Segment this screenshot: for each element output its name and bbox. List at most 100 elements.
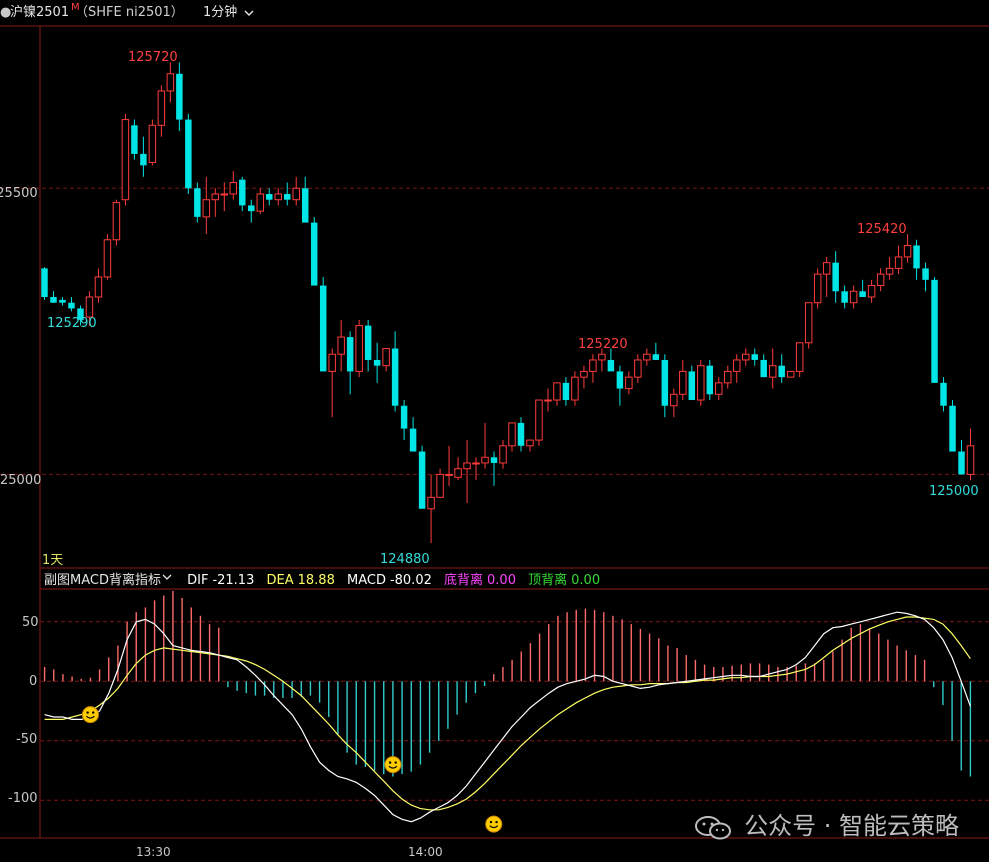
candle xyxy=(239,176,246,212)
candle xyxy=(121,113,130,206)
candle-body xyxy=(239,179,246,206)
period-selector[interactable]: 1分钟 xyxy=(203,0,237,26)
macd-indicator-title[interactable]: 副图MACD背离指标 xyxy=(44,573,161,588)
macd-tick-0: 0 xyxy=(29,674,38,689)
watermark: 公众号 · 智能云策略 xyxy=(692,806,959,841)
candle xyxy=(571,371,579,406)
chevron-down-icon[interactable] xyxy=(243,0,255,36)
candle-body xyxy=(724,370,732,384)
candle xyxy=(364,319,372,372)
candle xyxy=(346,331,354,395)
smiley-eye xyxy=(489,820,493,824)
time-label-1400: 14:00 xyxy=(408,845,443,859)
indicator-chevron-svg xyxy=(162,574,172,580)
candle xyxy=(706,359,714,401)
candle xyxy=(661,354,669,418)
candle-body xyxy=(958,451,965,475)
candle-body xyxy=(859,291,866,297)
range-label[interactable]: 1天 xyxy=(42,549,63,568)
candle-body xyxy=(894,256,903,269)
candle-body xyxy=(607,359,615,372)
smiley-eye xyxy=(388,761,392,764)
smiley-eye xyxy=(495,820,498,824)
candle xyxy=(310,216,318,286)
candle-body xyxy=(185,119,192,189)
candle-body xyxy=(283,193,291,200)
candle-body xyxy=(490,457,498,463)
candle xyxy=(112,199,121,246)
candle xyxy=(373,342,381,383)
candle xyxy=(176,62,183,132)
candle xyxy=(436,468,444,498)
candle xyxy=(562,377,570,406)
candle-body xyxy=(310,222,318,286)
annotation-peak-mid: 125220 xyxy=(578,337,628,352)
candle-body xyxy=(176,73,183,120)
macd-tick-50: 50 xyxy=(22,615,39,630)
candle-body xyxy=(337,336,345,355)
candle-body xyxy=(697,365,705,401)
candle-body xyxy=(59,299,66,303)
candle xyxy=(157,85,166,137)
chevron-down-icon[interactable] xyxy=(161,573,173,588)
candle-body xyxy=(400,405,408,429)
smiley-icon xyxy=(384,756,402,774)
candle-body xyxy=(580,370,588,378)
candle-body xyxy=(508,422,516,447)
annotation-last-low: 125000 xyxy=(929,484,979,499)
candle-body xyxy=(103,239,112,278)
candle xyxy=(804,302,813,349)
candle xyxy=(922,262,929,292)
chevron-down-icon-svg xyxy=(244,10,254,16)
candle-body xyxy=(885,267,894,275)
candle xyxy=(813,268,822,309)
candlestick-series xyxy=(41,62,975,544)
candle-body xyxy=(364,325,372,360)
candle xyxy=(292,176,300,206)
candle-body xyxy=(616,371,624,389)
symbol-name[interactable]: 沪镍2501 xyxy=(10,0,69,26)
candle-body xyxy=(481,456,489,464)
candle xyxy=(913,239,920,280)
candle-body xyxy=(813,273,822,304)
candle-body xyxy=(409,428,417,452)
candle-body xyxy=(652,354,660,360)
candle-body xyxy=(202,199,211,218)
candle xyxy=(625,371,633,395)
candle xyxy=(760,354,767,378)
candle xyxy=(508,422,516,452)
wechat-icon xyxy=(692,813,736,841)
candle xyxy=(876,268,885,292)
candle xyxy=(742,348,750,366)
candle xyxy=(391,331,399,412)
price-label-125000: 25000 xyxy=(0,473,42,488)
candle-body xyxy=(778,365,785,378)
candle xyxy=(301,176,309,223)
candle-body xyxy=(140,153,147,166)
candle xyxy=(940,377,947,412)
candle-body xyxy=(571,376,579,401)
candle-body xyxy=(50,297,57,303)
candle xyxy=(283,182,291,206)
smiley-icon xyxy=(485,815,503,833)
candle xyxy=(670,388,678,418)
candle-body xyxy=(266,193,273,200)
candle-body xyxy=(822,262,831,275)
candle-body xyxy=(553,382,561,401)
candle xyxy=(68,297,75,312)
candle-body xyxy=(319,285,327,372)
candle xyxy=(652,342,660,360)
candle xyxy=(211,188,220,217)
candle-body xyxy=(670,393,678,407)
candle-body xyxy=(733,359,741,372)
candle xyxy=(454,457,462,481)
candle-body xyxy=(211,193,220,201)
candle xyxy=(337,319,345,372)
chart-canvas[interactable] xyxy=(0,0,989,862)
trading-chart-window: ● 沪镍2501 M （SHFE ni2501） 1分钟 125500 2500… xyxy=(0,0,989,862)
candle xyxy=(517,417,525,452)
candle-body xyxy=(472,462,480,465)
candle xyxy=(768,348,777,389)
main-frame xyxy=(0,25,989,839)
candle-body xyxy=(157,90,166,126)
